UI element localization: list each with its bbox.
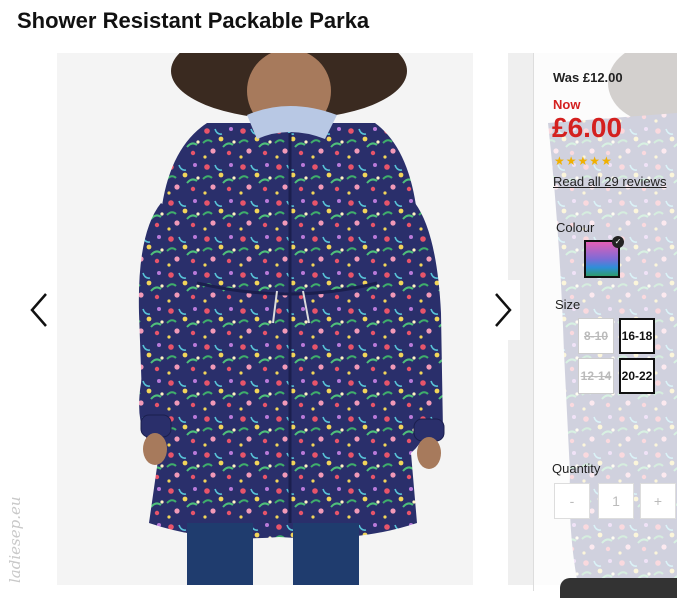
quantity-decrease-button[interactable]: - — [554, 483, 590, 519]
gallery-prev-button[interactable] — [22, 280, 56, 340]
colour-swatch-selected[interactable]: ✓ — [584, 236, 624, 278]
size-option-8-10[interactable]: 8-10 — [578, 318, 614, 354]
chevron-right-icon — [495, 293, 512, 327]
size-option-12-14[interactable]: 12-14 — [578, 358, 614, 394]
check-icon: ✓ — [612, 236, 624, 248]
current-price: £6.00 — [552, 112, 623, 143]
watermark: ladiesep.eu — [6, 496, 24, 584]
main-product-image — [57, 53, 473, 585]
rating-stars-icon: ★★★★★ — [554, 154, 613, 168]
size-option-16-18[interactable]: 16-18 — [619, 318, 655, 354]
chevron-left-icon — [30, 293, 47, 327]
was-price: Was £12.00 — [553, 70, 623, 85]
quantity-increase-button[interactable]: + — [640, 483, 676, 519]
size-option-20-22[interactable]: 20-22 — [619, 358, 655, 394]
size-label: Size — [555, 297, 581, 312]
quantity-label: Quantity — [552, 461, 601, 476]
parka-photo — [57, 53, 473, 585]
add-to-bag-button-edge[interactable] — [560, 578, 677, 598]
now-label: Now — [553, 97, 581, 112]
quantity-input[interactable]: 1 — [598, 483, 634, 519]
colour-label: Colour — [556, 220, 595, 235]
product-title: Shower Resistant Packable Parka — [17, 8, 370, 33]
read-reviews-link[interactable]: Read all 29 reviews — [553, 174, 666, 189]
gallery-next-button[interactable] — [486, 280, 520, 340]
